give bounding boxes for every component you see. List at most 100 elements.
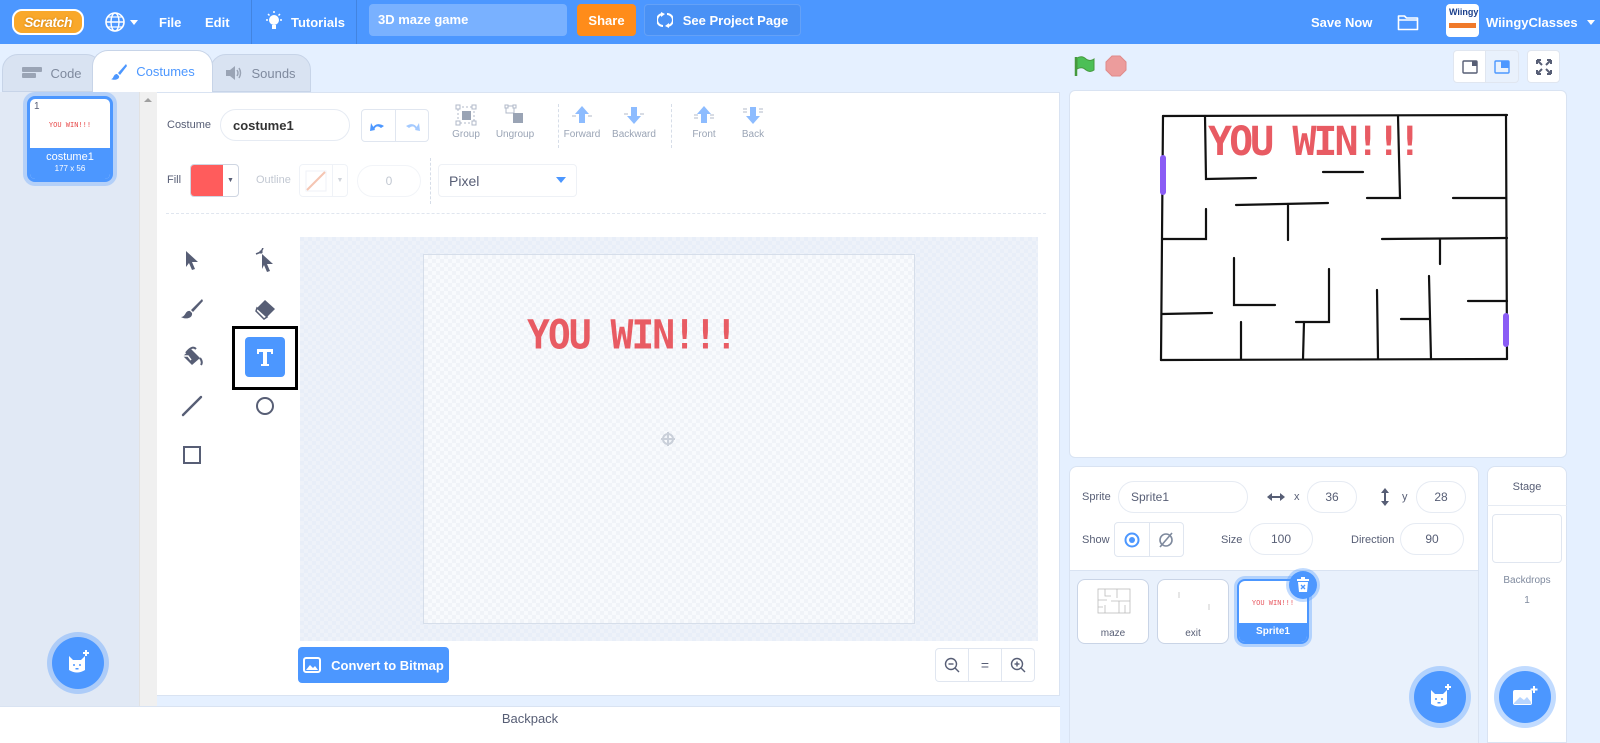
costume-item[interactable]: 1 YOU WIN!!! costume1 177 x 56 [27,96,113,182]
costume-name-input[interactable]: costume1 [220,109,350,141]
toolbar-divider [671,104,672,148]
sprite-name: exit [1185,628,1201,639]
visibility-toggle [1114,522,1184,557]
choose-costume-button[interactable] [52,637,104,689]
zoom-in-button[interactable] [1001,649,1034,681]
remix-arrows-icon [656,12,673,28]
avatar-text: Wiingy [1449,7,1479,17]
choose-sprite-button[interactable] [1414,671,1466,723]
horizontal-arrows-icon [1267,493,1285,501]
undo-button[interactable] [362,110,395,141]
backward-label: Backward [612,129,656,140]
costume-label: costume1 177 x 56 [30,148,110,179]
my-stuff-button[interactable] [1397,0,1419,44]
outline-color-picker[interactable]: ▼ [299,164,348,197]
ungroup-icon [504,104,523,123]
x-input[interactable]: 36 [1307,481,1357,513]
sprite-item-maze[interactable]: maze [1077,579,1149,644]
y-label: y [1402,491,1408,503]
fill-color-picker[interactable]: ▼ [190,164,239,197]
sprite-name: maze [1100,628,1126,639]
language-menu[interactable] [104,0,139,44]
save-now-button[interactable]: Save Now [1311,0,1372,44]
stage-canvas[interactable]: YOU WIN!!! [1069,90,1567,458]
group-button[interactable]: Group [441,104,491,140]
convert-to-bitmap-label: Convert to Bitmap [331,657,444,673]
maze-wall [1427,274,1433,361]
fullscreen-button[interactable] [1527,50,1560,83]
normal-stage-button[interactable] [1486,50,1519,83]
sprite-name-input[interactable]: Sprite1 [1118,481,1248,513]
costume-list-scrollbar[interactable] [139,92,157,708]
account-menu[interactable]: WiingyClasses [1486,0,1596,44]
avatar[interactable]: Wiingy [1446,4,1479,37]
show-label: Show [1082,534,1110,546]
ungroup-button[interactable]: Ungroup [490,104,540,140]
choose-backdrop-button[interactable] [1499,671,1551,723]
maze-wall [1160,311,1214,316]
reshape-tool[interactable] [245,240,285,280]
eraser-tool[interactable] [245,289,285,329]
maze-wall [1159,357,1509,362]
chevron-down-icon [556,177,566,183]
tab-costumes[interactable]: Costumes [92,50,213,92]
tab-code-label: Code [50,65,82,81]
maze-wall [1380,236,1509,241]
font-dropdown[interactable]: Pixel [438,164,577,197]
direction-input[interactable]: 90 [1400,523,1464,555]
green-flag-icon[interactable] [1073,55,1097,77]
tab-sounds[interactable]: Sounds [210,54,311,92]
stop-icon[interactable] [1105,55,1127,77]
see-project-page-button[interactable]: See Project Page [644,4,801,36]
menu-divider [251,0,252,44]
zoom-reset-button[interactable]: = [968,649,1001,681]
line-tool[interactable] [172,386,212,426]
forward-label: Forward [563,129,601,140]
canvas-text-object[interactable]: YOU WIN!!! [527,312,738,358]
tab-code[interactable]: Code [2,54,102,92]
hide-button[interactable] [1148,523,1184,556]
forward-button[interactable]: Forward [557,104,607,140]
show-button[interactable] [1115,523,1149,556]
maze-thumbnail [1097,588,1131,614]
toolbar-separator [166,213,1046,214]
file-menu[interactable]: File [159,0,181,44]
project-title-input[interactable]: 3D maze game [369,4,567,36]
front-icon [694,106,714,123]
image-icon [303,657,322,673]
tutorials-button[interactable]: Tutorials [265,0,345,44]
circle-tool[interactable] [245,386,285,426]
fill-tool[interactable] [172,337,212,377]
backward-button[interactable]: Backward [609,104,659,140]
brush-tool[interactable] [172,289,212,329]
circle-icon [256,397,274,415]
size-input[interactable]: 100 [1249,523,1313,555]
folder-icon [1397,15,1419,31]
eraser-icon [255,300,275,320]
fill-color-swatch [191,165,223,196]
back-button[interactable]: Back [728,104,778,140]
outline-width-input[interactable]: 0 [357,165,421,197]
rectangle-tool[interactable] [172,435,212,475]
small-stage-button[interactable] [1453,50,1486,83]
y-input[interactable]: 28 [1416,481,1466,513]
delete-sprite-button[interactable] [1289,571,1317,599]
zoom-controls: = [935,648,1035,682]
backpack[interactable]: Backpack [0,706,1060,743]
select-tool[interactable] [172,240,212,280]
stage-panel-divider [1487,505,1567,506]
redo-button[interactable] [394,110,429,141]
front-button[interactable]: Front [679,104,729,140]
share-button[interactable]: Share [577,4,636,36]
zoom-out-button[interactable] [936,649,968,681]
stage-panel-title: Stage [1512,481,1542,493]
ungroup-label: Ungroup [495,129,535,140]
sprite-name: Sprite1 [1239,623,1307,642]
edit-menu[interactable]: Edit [205,0,230,44]
brush-icon [181,299,203,319]
eye-icon [1124,532,1140,547]
direction-label: Direction [1351,534,1395,546]
scratch-logo[interactable]: Scratch [12,9,84,35]
sprite-item-exit[interactable]: exit [1157,579,1229,644]
convert-to-bitmap-button[interactable]: Convert to Bitmap [298,647,449,683]
